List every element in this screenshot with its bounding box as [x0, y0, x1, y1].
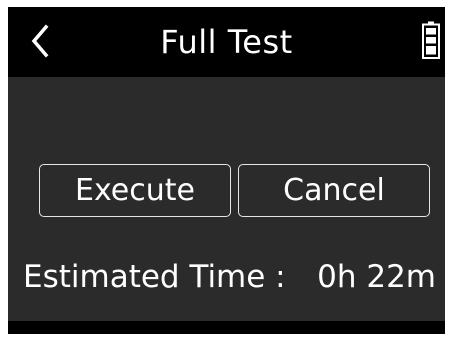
- estimated-time-value: 0h 22m: [317, 259, 436, 295]
- page-title: Full Test: [160, 23, 293, 61]
- device-screen: Full Test Execute Cancel Estimated Time …: [8, 7, 445, 334]
- title-bar: Full Test: [8, 7, 445, 77]
- cancel-button[interactable]: Cancel: [238, 164, 430, 217]
- chevron-left-icon: [31, 24, 49, 58]
- estimated-time-label: Estimated Time :: [23, 259, 286, 295]
- bottom-bar: [8, 321, 445, 334]
- battery-full-icon: [422, 21, 440, 59]
- back-button[interactable]: [20, 21, 60, 61]
- execute-button[interactable]: Execute: [39, 164, 231, 217]
